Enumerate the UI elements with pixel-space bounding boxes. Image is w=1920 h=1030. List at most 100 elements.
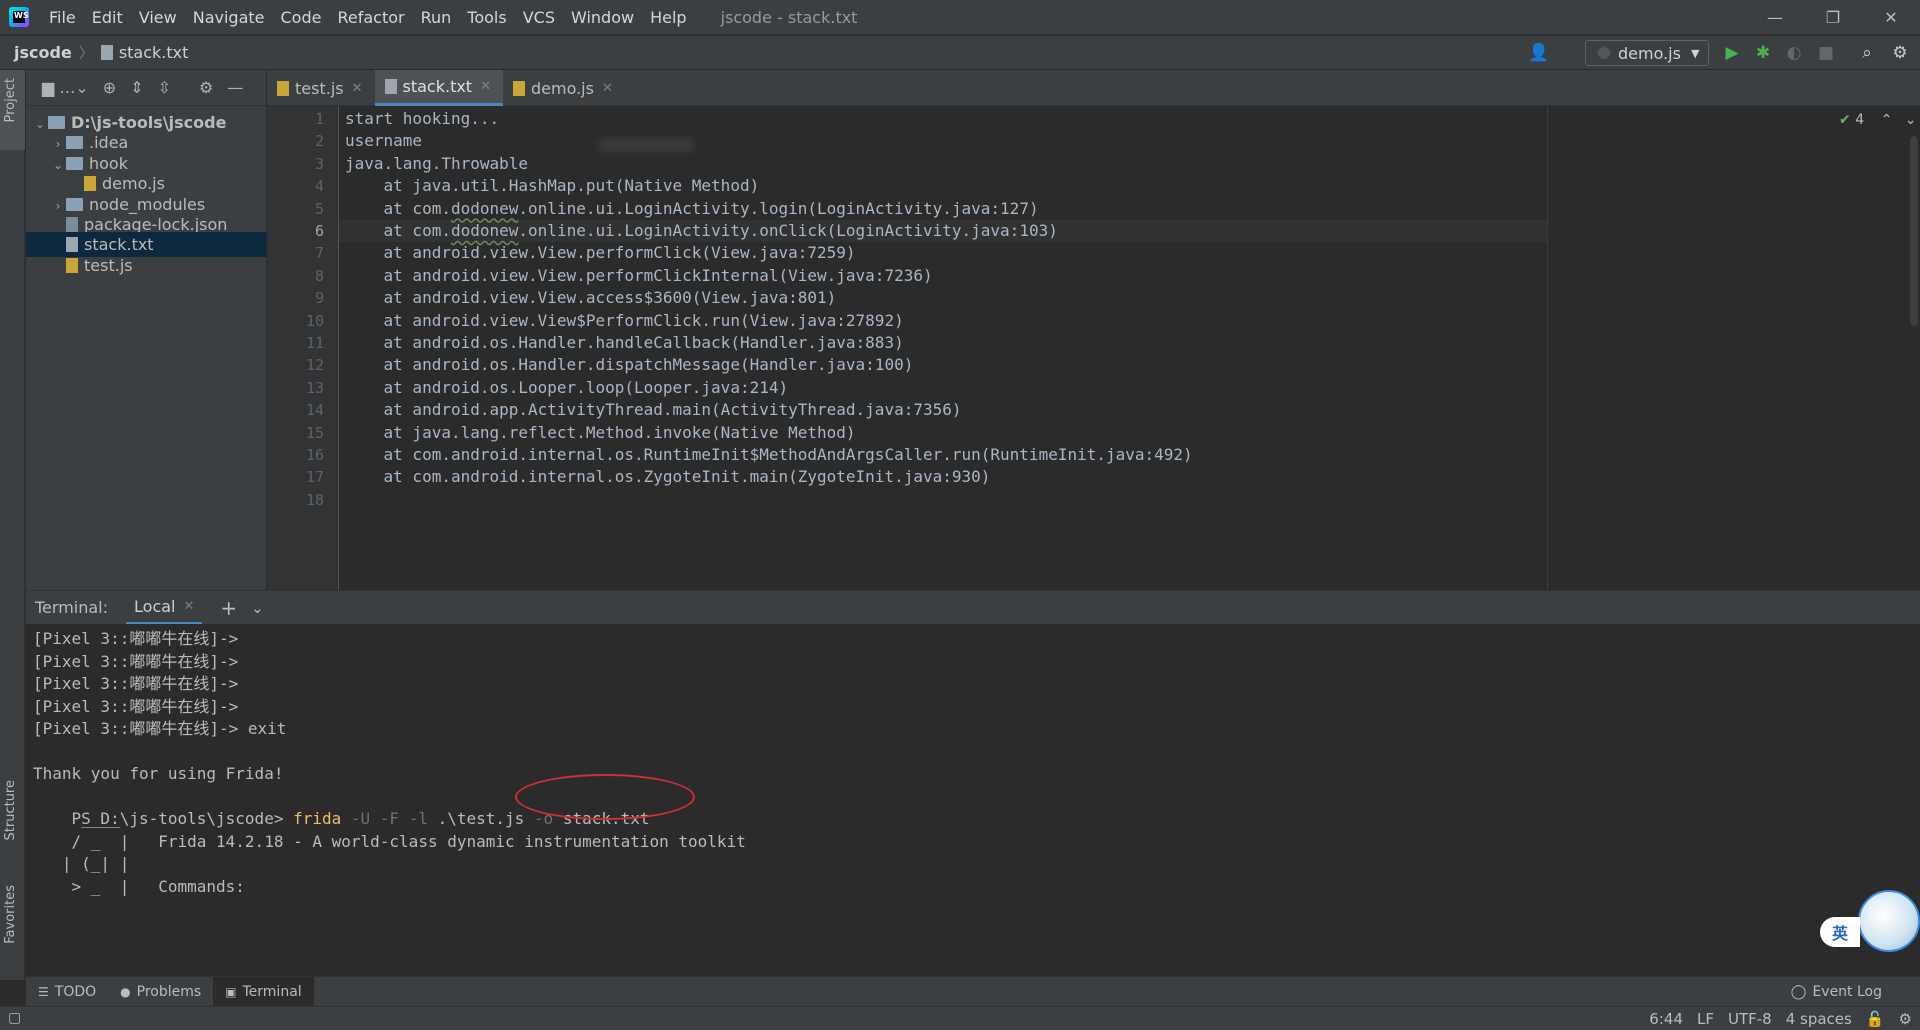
project-view-select[interactable]: ▆ …⌄ — [42, 78, 89, 97]
menu-run[interactable]: Run — [413, 0, 460, 35]
code-line: at android.os.Handler.dispatchMessage(Ha… — [345, 355, 914, 375]
coverage-icon[interactable]: ◐ — [1783, 42, 1805, 64]
line-number: 3 — [314, 154, 324, 173]
restore-button[interactable]: ❐ — [1804, 0, 1862, 35]
frida-banner-line: > _ | Commands: — [33, 876, 245, 896]
menu-help[interactable]: Help — [642, 0, 694, 35]
structure-tool-tab[interactable]: Structure — [3, 780, 18, 840]
ime-assistant-avatar[interactable] — [1858, 890, 1920, 952]
config-icon — [1598, 47, 1610, 59]
run-configuration-select[interactable]: demo.js ▼ — [1585, 40, 1709, 66]
json-file-icon — [66, 217, 78, 232]
lock-icon[interactable]: 🔓 — [1866, 1010, 1885, 1028]
editor-tab[interactable]: stack.txt ✕ — [374, 70, 503, 106]
close-window-button[interactable]: ✕ — [1862, 0, 1920, 35]
expand-all-icon[interactable]: ⇕ — [130, 78, 143, 97]
left-tool-strip: Project Structure Favorites — [0, 70, 25, 980]
chevron-up-icon[interactable]: ⌃ — [1881, 112, 1893, 128]
chevron-down-icon[interactable]: ⌄ — [1905, 112, 1917, 128]
ime-language-badge[interactable]: 英 — [1820, 917, 1860, 947]
tree-item-label: node_modules — [89, 194, 206, 214]
line-number: 16 — [305, 446, 324, 464]
inspection-count: 4 — [1855, 112, 1865, 128]
file-encoding[interactable]: UTF-8 — [1728, 1010, 1772, 1028]
js-file-icon — [277, 80, 289, 96]
breadcrumb-project[interactable]: jscode — [14, 43, 72, 62]
terminal-tab-local[interactable]: Local ✕ — [126, 591, 203, 625]
frida-banner-line: / _ | Frida 14.2.18 - A world-class dyna… — [33, 831, 746, 851]
event-log-button[interactable]: ◯ Event Log — [1791, 984, 1882, 1000]
line-number: 15 — [305, 423, 324, 442]
speech-bubble-icon: ◯ — [1790, 983, 1807, 1000]
bottom-tab-label: TODO — [54, 983, 97, 1000]
new-terminal-icon[interactable]: + — [220, 596, 237, 620]
bottom-tab-problems[interactable]: ● Problems — [108, 977, 213, 1007]
terminal-output[interactable]: [Pixel 3::嘟嘟牛在线]-> [Pixel 3::嘟嘟牛在线]-> [Pix… — [26, 624, 1920, 976]
debug-icon[interactable]: ✱ — [1752, 42, 1774, 64]
panel-settings-icon[interactable]: ⚙ — [199, 78, 213, 97]
breadcrumb-file[interactable]: stack.txt — [119, 43, 189, 62]
terminal-title: Terminal: — [35, 598, 109, 617]
code-line: at android.os.Handler.handleCallback(Han… — [345, 333, 904, 352]
menu-edit[interactable]: Edit — [84, 0, 131, 35]
favorites-tool-tab[interactable]: Favorites — [3, 885, 18, 944]
menu-refactor[interactable]: Refactor — [329, 0, 412, 35]
project-tool-tab[interactable]: Project — [3, 78, 18, 122]
line-number: 17 — [305, 468, 324, 487]
editor-scrollbar[interactable] — [1910, 136, 1918, 326]
close-icon[interactable]: ✕ — [602, 81, 613, 96]
title-bar: WS File Edit View Navigate Code Refactor Run To… — [0, 0, 1920, 35]
line-number-gutter: 1 2 3 4 5 6 7 8 9 10 11 12 13 14 15 16 17 18 — [267, 106, 339, 590]
tree-item-label: test.js — [84, 255, 133, 275]
terminal-line: [Pixel 3::嘟嘟牛在线]-> exit — [33, 719, 287, 738]
bottom-tool-bar: ☰ TODO ● Problems ▣ Terminal ◯ Event Log — [26, 976, 1920, 1007]
run-icon[interactable]: ▶ — [1721, 42, 1743, 64]
code-line: at android.view.View.performClickInterna… — [345, 265, 933, 285]
code-line: java.lang.Throwable — [345, 153, 529, 173]
line-separator[interactable]: LF — [1697, 1010, 1714, 1028]
tree-item[interactable]: test.js — [26, 253, 266, 278]
hide-panel-icon[interactable]: — — [227, 78, 243, 97]
menu-window[interactable]: Window — [563, 0, 642, 35]
settings-gear-icon[interactable]: ⚙ — [1889, 42, 1911, 64]
project-toolbar: ▆ …⌄ ⊕ ⇕ ⇳ ⚙ — — [26, 70, 266, 106]
git-icon[interactable]: ⚙ — [1899, 1010, 1912, 1028]
line-number: 18 — [305, 490, 324, 509]
bottom-tab-todo[interactable]: ☰ TODO — [26, 977, 108, 1007]
terminal-options-chevron-icon[interactable]: ⌄ — [251, 599, 264, 617]
menu-navigate[interactable]: Navigate — [185, 0, 273, 35]
minimize-button[interactable]: — — [1746, 0, 1804, 35]
menu-file[interactable]: File — [41, 0, 84, 35]
txt-file-icon — [384, 79, 397, 94]
line-number: 5 — [314, 199, 324, 218]
line-number: 6 — [314, 222, 324, 240]
close-icon[interactable]: ✕ — [352, 81, 363, 96]
menu-vcs[interactable]: VCS — [515, 0, 563, 35]
inspection-widget[interactable]: ✔ 4 ⌃ ⌄ — [1839, 112, 1916, 128]
annotation-ellipse — [515, 773, 695, 820]
caret-position[interactable]: 6:44 — [1649, 1010, 1683, 1028]
tool-window-toggle-icon[interactable]: ▢ — [8, 1010, 21, 1026]
terminal-line: [Pixel 3::嘟嘟牛在线]-> — [33, 629, 239, 648]
locate-file-icon[interactable]: ⊕ — [103, 78, 116, 97]
line-number: 11 — [305, 334, 324, 352]
menu-view[interactable]: View — [131, 0, 185, 35]
menu-tools[interactable]: Tools — [459, 0, 514, 35]
collapse-all-icon[interactable]: ⇳ — [158, 78, 171, 97]
close-icon[interactable]: ✕ — [480, 79, 491, 94]
typo-highlight: dodonew — [450, 221, 519, 240]
menu-code[interactable]: Code — [273, 0, 330, 35]
close-icon[interactable]: ✕ — [183, 599, 194, 614]
stop-icon[interactable]: ■ — [1815, 42, 1837, 64]
webstorm-logo-icon: WS — [9, 7, 29, 27]
editor-tab[interactable]: demo.js ✕ — [503, 70, 625, 106]
search-icon[interactable]: ⌕ — [1856, 42, 1878, 64]
js-file-icon — [84, 176, 96, 192]
bottom-tab-terminal[interactable]: ▣ Terminal — [213, 976, 314, 1007]
folder-icon — [66, 136, 83, 150]
terminal-line: [Pixel 3::嘟嘟牛在线]-> — [33, 674, 239, 693]
user-account-icon[interactable]: 👤 — [1528, 42, 1550, 64]
code-editor[interactable]: ✔ 4 ⌃ ⌄ start hooking... username java.lan… — [339, 106, 1920, 590]
editor-tab[interactable]: test.js ✕ — [267, 70, 375, 106]
indent-setting[interactable]: 4 spaces — [1786, 1010, 1852, 1028]
